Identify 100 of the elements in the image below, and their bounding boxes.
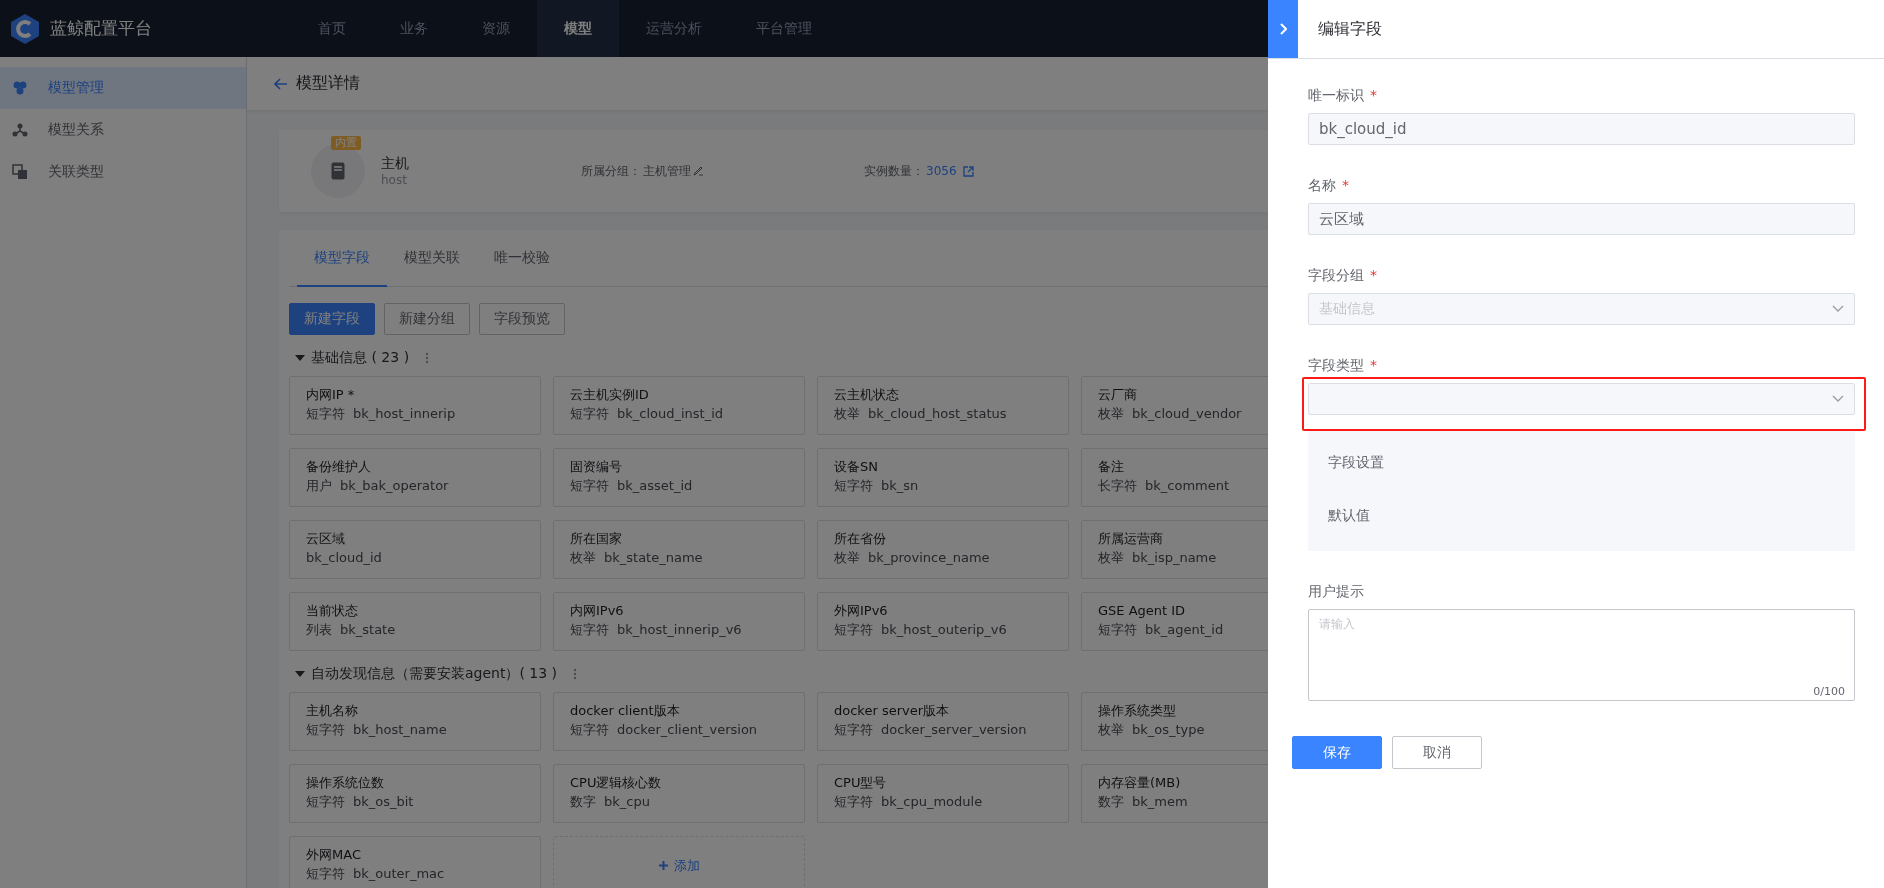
pencil-icon[interactable]	[693, 166, 703, 176]
field-key: bk_isp_name	[1132, 548, 1217, 568]
toolbar-button[interactable]: 字段预览	[479, 303, 565, 335]
field-card[interactable]: 备份维护人 用户 bk_bak_operator	[289, 448, 541, 507]
field-card[interactable]: GSE Agent ID 短字符 bk_agent_id	[1081, 592, 1268, 651]
field-type: 短字符	[834, 793, 873, 811]
field-name: 所属运营商	[1098, 530, 1164, 548]
more-icon[interactable]	[573, 668, 578, 680]
chevron-down-icon	[1832, 305, 1844, 313]
save-button[interactable]: 保存	[1292, 736, 1382, 769]
field-card[interactable]: 云厂商 枚举 bk_cloud_vendor	[1081, 376, 1268, 435]
field-card[interactable]: 操作系统类型 枚举 bk_os_type	[1081, 692, 1268, 751]
input-field[interactable]: 云区域	[1308, 203, 1855, 235]
field-type: 短字符	[306, 793, 345, 811]
field-card[interactable]: 主机名称 短字符 bk_host_name	[289, 692, 541, 751]
required-mark: *	[1370, 356, 1377, 375]
field-key: docker_server_version	[881, 720, 1027, 740]
input-field[interactable]: bk_cloud_id	[1308, 113, 1855, 145]
sidebar-item[interactable]: 模型关系	[0, 109, 246, 151]
builtin-badge: 内置	[331, 136, 361, 150]
nav-item[interactable]: 平台管理	[729, 0, 839, 57]
field-name: 内存容量(MB)	[1098, 774, 1182, 792]
field-type: 列表	[306, 621, 332, 639]
caret-icon[interactable]	[295, 669, 305, 679]
select-field[interactable]	[1308, 383, 1855, 415]
field-name: 操作系统位数	[306, 774, 385, 792]
field-type: 短字符	[306, 865, 345, 883]
field-card[interactable]: 云主机状态 枚举 bk_cloud_host_status	[817, 376, 1069, 435]
toolbar-button[interactable]: 新建分组	[384, 303, 470, 335]
cancel-button[interactable]: 取消	[1392, 736, 1482, 769]
field-card[interactable]: 内存容量(MB) 数字 bk_mem	[1081, 764, 1268, 823]
nav-item[interactable]: 运营分析	[619, 0, 729, 57]
field-key: bk_state_name	[604, 548, 703, 568]
more-icon[interactable]	[425, 352, 430, 364]
field-card[interactable]: CPU型号 短字符 bk_cpu_module	[817, 764, 1069, 823]
page-title: 模型详情	[296, 73, 360, 94]
add-field-button[interactable]: 添加	[553, 836, 805, 888]
field-card[interactable]: 所属运营商 枚举 bk_isp_name	[1081, 520, 1268, 579]
field-card[interactable]: docker client版本 短字符 docker_client_version	[553, 692, 805, 751]
field-card[interactable]: 备注 长字符 bk_comment	[1081, 448, 1268, 507]
field-card[interactable]: 云区域 bk_cloud_id	[289, 520, 541, 579]
required-mark: *	[1370, 266, 1377, 285]
field-key: bk_host_name	[353, 720, 447, 740]
field-name: 外网MAC	[306, 846, 362, 864]
field-type: 枚举	[834, 549, 860, 567]
field-name: 内网IP *	[306, 386, 356, 404]
settings-label: 默认值	[1328, 507, 1371, 525]
new-field-button[interactable]: 新建字段	[289, 303, 375, 335]
nav-item[interactable]: 资源	[455, 0, 537, 57]
field-key: bk_cpu_module	[881, 792, 983, 812]
back-arrow-icon[interactable]	[274, 77, 288, 90]
field-card[interactable]: 设备SN 短字符 bk_sn	[817, 448, 1069, 507]
field-card[interactable]: 内网IP * 短字符 bk_host_innerip	[289, 376, 541, 435]
caret-icon[interactable]	[295, 353, 305, 363]
field-card[interactable]: 外网MAC 短字符 bk_outer_mac	[289, 836, 541, 888]
field-type: 短字符	[834, 621, 873, 639]
field-name: 云区域	[306, 530, 346, 548]
field-name: 外网IPv6	[834, 602, 889, 620]
field-name: docker server版本	[834, 702, 951, 720]
field-key: bk_os_bit	[353, 792, 414, 812]
group-title: 基础信息 ( 23 )	[311, 349, 410, 367]
tab[interactable]: 唯一校验	[477, 230, 567, 287]
field-key: bk_state	[340, 620, 396, 640]
field-card[interactable]: 当前状态 列表 bk_state	[289, 592, 541, 651]
tab[interactable]: 模型字段	[297, 230, 387, 287]
field-type: 用户	[306, 477, 332, 495]
field-type: 短字符	[834, 477, 873, 495]
field-card[interactable]: 外网IPv6 短字符 bk_host_outerip_v6	[817, 592, 1069, 651]
nav-item[interactable]: 首页	[291, 0, 373, 57]
field-name: 固资编号	[570, 458, 623, 476]
field-card[interactable]: 所在国家 枚举 bk_state_name	[553, 520, 805, 579]
external-link-icon	[962, 165, 974, 177]
field-type: 数字	[570, 793, 596, 811]
field-key: bk_outer_mac	[353, 864, 445, 884]
field-name: 所在省份	[834, 530, 887, 548]
field-label: 字段分组	[1308, 266, 1364, 285]
field-name: 备份维护人	[306, 458, 372, 476]
nav-item[interactable]: 模型	[537, 0, 619, 57]
field-key: bk_cpu	[604, 792, 650, 812]
field-card[interactable]: CPU逻辑核心数 数字 bk_cpu	[553, 764, 805, 823]
plus-icon	[658, 861, 668, 870]
field-card[interactable]: 固资编号 短字符 bk_asset_id	[553, 448, 805, 507]
field-name: 云主机实例ID	[570, 386, 650, 404]
field-card[interactable]: docker server版本 短字符 docker_server_version	[817, 692, 1069, 751]
tab[interactable]: 模型关联	[387, 230, 477, 287]
field-card[interactable]: 操作系统位数 短字符 bk_os_bit	[289, 764, 541, 823]
field-card[interactable]: 云主机实例ID 短字符 bk_cloud_inst_id	[553, 376, 805, 435]
field-card[interactable]: 所在省份 枚举 bk_province_name	[817, 520, 1069, 579]
field-type: 短字符	[1098, 621, 1137, 639]
count-link[interactable]: 3056	[926, 164, 957, 178]
field-type: 短字符	[570, 721, 609, 739]
field-name: CPU型号	[834, 774, 888, 792]
required-mark: *	[1370, 86, 1377, 105]
field-label: 唯一标识	[1308, 86, 1364, 105]
nodes-icon	[12, 122, 28, 138]
nav-item[interactable]: 业务	[373, 0, 455, 57]
squares-icon	[12, 164, 28, 180]
field-card[interactable]: 内网IPv6 短字符 bk_host_innerip_v6	[553, 592, 805, 651]
field-type: 枚举	[1098, 549, 1124, 567]
sidebar-item[interactable]: 关联类型	[0, 151, 246, 193]
